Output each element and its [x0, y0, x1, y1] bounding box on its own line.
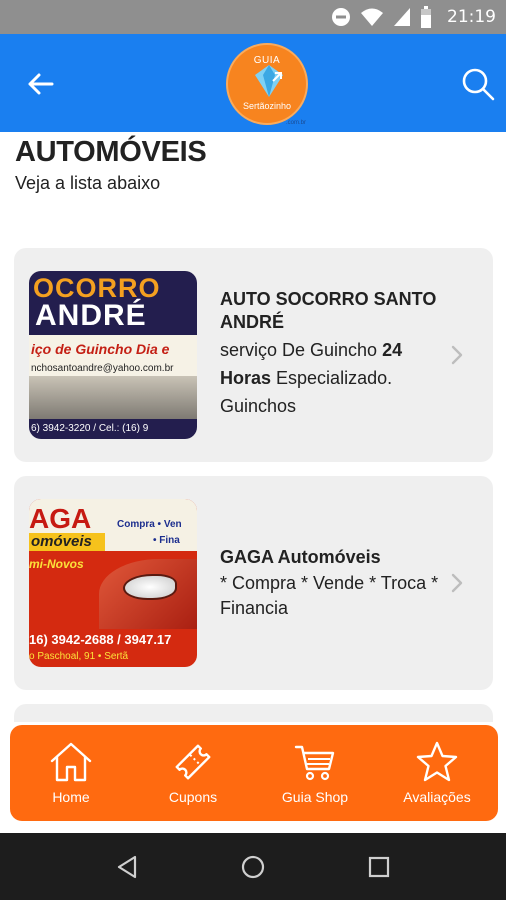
system-home-button[interactable]: [237, 851, 269, 883]
thumbnail-text: • Fina: [153, 535, 180, 546]
nav-label: Guia Shop: [281, 789, 349, 805]
system-nav-bar: [0, 833, 506, 900]
logo-bottom-text: Sertãozinho: [242, 101, 292, 111]
thumbnail-text: AGA: [29, 503, 92, 534]
thumbnail-text: 16) 3942-2688 / 3947.17: [29, 632, 172, 647]
thumbnail-text: omóveis: [29, 533, 105, 551]
status-time: 21:19: [447, 7, 496, 27]
star-icon: [416, 741, 458, 782]
listing-texts: AUTO SOCORRO SANTO ANDRÉ serviço De Guin…: [220, 288, 445, 420]
back-triangle-icon: [117, 855, 137, 879]
listing-thumbnail: OCORRO ANDRÉ iço de Guincho Dia e nchosa…: [29, 271, 197, 439]
thumbnail-text: o Paschoal, 91 • Sertã: [29, 651, 129, 662]
nav-guia-shop[interactable]: Guia Shop: [254, 725, 376, 821]
listing-card[interactable]: [14, 704, 493, 722]
nav-home[interactable]: Home: [10, 725, 132, 821]
battery-icon: [421, 6, 431, 28]
nav-cupons[interactable]: Cupons: [132, 725, 254, 821]
system-back-button[interactable]: [111, 851, 143, 883]
thumbnail-text: 6) 3942-3220 / Cel.: (16) 9: [29, 419, 197, 439]
thumbnail-text: ANDRÉ: [35, 299, 147, 332]
ticket-icon: [175, 744, 211, 780]
app-logo[interactable]: GUIA Sertãozinho: [226, 43, 308, 125]
home-circle-icon: [241, 855, 265, 879]
bottom-nav: Home Cupons Guia Shop Avaliações: [10, 725, 498, 821]
thumbnail-text: nchosantoandre@yahoo.com.br: [31, 363, 174, 374]
app-bar: GUIA Sertãozinho .com.br: [0, 34, 506, 132]
listing-name: GAGA Automóveis: [220, 547, 381, 567]
listing-card[interactable]: OCORRO ANDRÉ iço de Guincho Dia e nchosa…: [14, 248, 493, 462]
wifi-icon: [361, 8, 383, 26]
back-button[interactable]: [20, 64, 60, 104]
search-button[interactable]: [458, 64, 498, 104]
signal-icon: [394, 8, 410, 26]
recents-square-icon: [368, 856, 390, 878]
page-subtitle: Veja a lista abaixo: [15, 173, 161, 193]
tow-truck-image: [29, 376, 197, 421]
arrow-left-icon: [28, 73, 54, 95]
chevron-right-icon: [451, 573, 463, 593]
system-recents-button[interactable]: [363, 851, 395, 883]
chevron-right-icon: [451, 345, 463, 365]
nav-label: Cupons: [168, 789, 218, 805]
listing-description: serviço De Guincho 24 Horas Especializad…: [220, 336, 445, 420]
thumbnail-text: iço de Guincho Dia e: [31, 341, 170, 357]
status-icons: 21:19: [331, 0, 496, 34]
nav-label: Home: [52, 789, 90, 805]
nav-avaliacoes[interactable]: Avaliações: [376, 725, 498, 821]
status-bar: 21:19: [0, 0, 506, 34]
logo-suffix: .com.br: [286, 120, 307, 126]
listing-card[interactable]: AGA omóveis Compra • Ven • Fina mi-Novos…: [14, 476, 493, 690]
search-icon: [462, 68, 495, 101]
page-title: AUTOMÓVEIS: [15, 136, 207, 168]
dnd-icon: [332, 8, 350, 26]
thumbnail-text: mi-Novos: [29, 557, 84, 571]
home-icon: [50, 742, 92, 782]
thumbnail-text: Compra • Ven: [117, 519, 182, 530]
nav-label: Avaliações: [403, 789, 471, 805]
listing-description-part: serviço De Guincho: [220, 340, 383, 360]
listing-texts: GAGA Automóveis * Compra * Vende * Troca…: [220, 546, 445, 621]
diamond-icon: [255, 65, 283, 97]
listing-name: AUTO SOCORRO SANTO ANDRÉ: [220, 289, 437, 332]
cart-icon: [294, 745, 335, 781]
listing-description: * Compra * Vende * Troca * Financia: [220, 573, 439, 618]
listing-thumbnail: AGA omóveis Compra • Ven • Fina mi-Novos…: [29, 499, 197, 667]
listing-content: AUTOMÓVEIS Veja a lista abaixo OCORRO AN…: [0, 132, 506, 722]
